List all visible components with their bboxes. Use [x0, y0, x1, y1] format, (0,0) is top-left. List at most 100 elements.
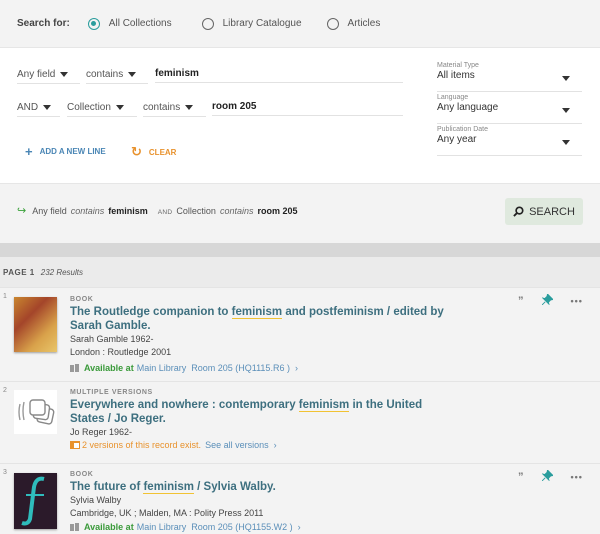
operator-select-value: contains [143, 102, 181, 113]
query-boolean: AND [157, 209, 173, 216]
pin-icon[interactable] [540, 293, 554, 308]
book-cover-thumbnail[interactable] [14, 473, 57, 529]
operator-select-line1[interactable]: contains [86, 66, 148, 84]
pin-icon[interactable] [540, 469, 554, 484]
query-operator: contains [219, 206, 254, 216]
query-summary: ↪ Any field contains feminism AND Collec… [17, 204, 308, 217]
caret-down-icon [128, 72, 137, 77]
result-number: 2 [3, 387, 7, 394]
result-author: Sarah Gamble 1962- [70, 334, 154, 344]
filter-label: Material Type [437, 62, 479, 69]
search-for-label: Search for: [17, 18, 70, 29]
result-publisher: London : Routledge 2001 [70, 347, 172, 357]
versions-stack-icon [18, 399, 55, 425]
result-title-link[interactable]: The future of feminism / Sylvia Walby. [70, 480, 450, 494]
result-item: 3 BOOK The future of feminism / Sylvia W… [0, 463, 600, 533]
result-number: 1 [3, 293, 7, 300]
add-new-line-button[interactable]: + ADD A NEW LINE [25, 144, 106, 159]
title-text: The Routledge companion to [70, 306, 232, 318]
radio-articles[interactable]: Articles [326, 17, 380, 30]
radio-selected-icon [87, 17, 100, 30]
advanced-search-panel: Any field contains feminism AND Collecti… [0, 47, 600, 183]
add-new-line-label: ADD A NEW LINE [39, 147, 106, 156]
radio-label: Library Catalogue [222, 18, 302, 29]
divider-band [0, 243, 600, 257]
arrow-right-icon: ↪ [17, 205, 27, 217]
search-term-input-line2[interactable]: room 205 [212, 98, 403, 116]
filter-value: All items [437, 70, 475, 81]
result-title-link[interactable]: Everywhere and nowhere : contemporary fe… [70, 398, 450, 426]
more-options-icon[interactable]: ••• [571, 296, 583, 306]
book-availability-icon [70, 523, 79, 531]
result-author: Sylvia Walby [70, 495, 122, 505]
filter-label: Publication Date [437, 126, 488, 133]
radio-all-collections[interactable]: All Collections [87, 17, 172, 30]
availability-link[interactable]: Available at Main Library Room 205 (HQ11… [70, 522, 450, 532]
title-text: / Sylvia Walby. [193, 481, 276, 493]
result-item: 2 MULTIPLE VERSIONS Everywhere and nowhe… [0, 381, 600, 463]
title-highlight: feminism [143, 481, 194, 494]
book-cover-thumbnail[interactable] [14, 297, 57, 352]
clear-button[interactable]: ↻ CLEAR [131, 144, 176, 160]
search-button[interactable]: SEARCH [505, 198, 583, 225]
query-field: Any field [32, 206, 67, 216]
operator-select-line2[interactable]: contains [143, 99, 206, 117]
field-select-line1[interactable]: Any field [17, 66, 80, 84]
reset-icon: ↻ [131, 144, 142, 159]
shelf-location: Room 205 (HQ1155.W2 ) [191, 522, 293, 532]
versions-text: 2 versions of this record exist. [82, 440, 202, 450]
query-field: Collection [176, 206, 216, 216]
clear-label: CLEAR [148, 147, 177, 157]
result-title-link[interactable]: The Routledge companion to feminism and … [70, 305, 450, 333]
see-all-versions-label: See all versions [205, 440, 269, 450]
search-term-value: feminism [155, 68, 199, 79]
cite-icon[interactable]: ” [518, 295, 524, 307]
boolean-select-line2[interactable]: AND [17, 99, 60, 117]
language-select[interactable]: Language Any language [437, 94, 582, 124]
caret-down-icon [43, 105, 52, 110]
query-value: feminism [108, 206, 148, 216]
field-select-value: Any field [17, 69, 56, 80]
more-options-icon[interactable]: ••• [571, 472, 583, 482]
result-item: 1 BOOK The Routledge companion to femini… [0, 287, 600, 380]
query-value: room 205 [257, 206, 298, 216]
result-number: 3 [3, 469, 7, 476]
title-text: The future of [70, 481, 144, 493]
filter-value: Any year [437, 134, 477, 145]
search-icon [513, 206, 524, 217]
resource-type: BOOK [70, 296, 94, 303]
availability-status: Available at [84, 522, 134, 532]
location-name: Main Library [136, 363, 187, 373]
book-cover-art [21, 476, 45, 526]
caret-down-icon [562, 108, 570, 113]
results-count: 232 Results [40, 267, 83, 277]
radio-library-catalogue[interactable]: Library Catalogue [201, 17, 302, 30]
material-type-select[interactable]: Material Type All items [437, 62, 582, 92]
versions-icon [70, 441, 80, 449]
multiple-versions-thumbnail[interactable] [14, 390, 57, 434]
result-publisher: Cambridge, UK ; Malden, MA : Polity Pres… [70, 508, 264, 518]
boolean-select-value: AND [17, 102, 39, 113]
query-operator: contains [70, 206, 105, 216]
plus-icon: + [25, 144, 33, 159]
caret-down-icon [562, 76, 570, 81]
results-header: PAGE 1 232 Results [0, 257, 600, 287]
field-select-line2[interactable]: Collection [67, 99, 137, 117]
location-name: Main Library [136, 522, 187, 532]
cite-icon[interactable]: ” [518, 471, 524, 483]
search-button-label: SEARCH [529, 205, 575, 218]
resource-type: BOOK [70, 471, 94, 478]
search-term-value: room 205 [212, 101, 257, 112]
caret-down-icon [60, 72, 69, 77]
title-highlight: feminism [231, 306, 283, 319]
page-number: PAGE 1 [3, 267, 35, 277]
availability-link[interactable]: Available at Main Library Room 205 (HQ11… [70, 363, 450, 373]
title-highlight: feminism [298, 399, 350, 412]
see-all-versions-link[interactable]: 2 versions of this record exist. See all… [70, 440, 450, 450]
caret-down-icon [562, 140, 570, 145]
search-term-input-line1[interactable]: feminism [155, 65, 403, 83]
caret-down-icon [115, 105, 124, 110]
caret-down-icon [185, 105, 194, 110]
publication-date-select[interactable]: Publication Date Any year [437, 126, 582, 156]
field-select-value: Collection [67, 102, 111, 113]
